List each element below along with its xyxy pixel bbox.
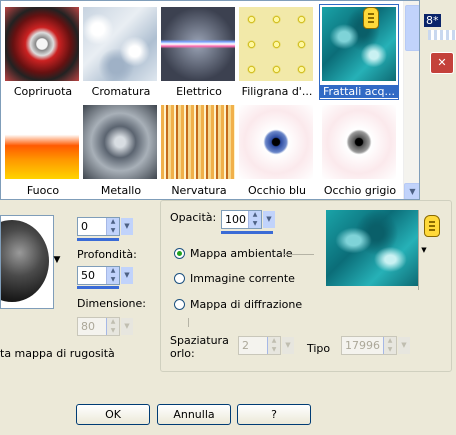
opacity-spinner[interactable]: 100 ▲ ▼ ▼ — [221, 210, 275, 229]
opacity-label: Opacità: — [170, 211, 217, 224]
close-icon[interactable]: ✕ — [430, 52, 454, 74]
chevron-down-icon[interactable]: ▼ — [51, 253, 63, 267]
opacity-value: 100 — [225, 213, 246, 226]
texture-picker[interactable]: Copriruota Cromatura Elettrico Filigrana… — [0, 0, 420, 200]
chevron-down-icon: ▼ — [121, 318, 133, 335]
texture-label[interactable]: Cromatura — [81, 85, 161, 98]
spin-up-icon[interactable]: ▲ — [106, 267, 119, 276]
sphere-preview-icon — [1, 220, 49, 302]
chevron-down-icon[interactable]: ▼ — [121, 267, 133, 284]
chevron-down-icon: ▼ — [398, 337, 410, 354]
depth-spinner[interactable]: 50 ▲ ▼ ▼ — [77, 266, 133, 285]
picker-scrollbar[interactable]: ▼ — [403, 1, 419, 199]
fractal-water-texture[interactable] — [322, 7, 396, 81]
top-slider[interactable] — [77, 238, 119, 241]
tick-mark — [188, 318, 189, 327]
depth-label: Profondità: — [77, 248, 137, 261]
texture-label[interactable]: Occhio blu — [237, 184, 317, 197]
background-window-edge: 8* ✕ — [420, 0, 456, 200]
fire-texture[interactable] — [5, 105, 79, 179]
type-label: Tipo — [307, 342, 331, 355]
reflection-preview[interactable] — [326, 210, 418, 286]
radio-diffraction-label[interactable]: Mappa di diffrazione — [190, 298, 302, 311]
radio-diffraction-map[interactable] — [174, 299, 185, 310]
ok-button[interactable]: OK — [76, 404, 150, 425]
pointer-hand-icon — [363, 7, 379, 29]
chevron-down-icon[interactable]: ▼ — [404, 183, 419, 199]
texture-label[interactable]: Occhio grigio — [320, 184, 400, 197]
spin-up-icon: ▲ — [267, 337, 280, 346]
cancel-button[interactable]: Annulla — [157, 404, 231, 425]
radio-current-image[interactable] — [174, 273, 185, 284]
filigree-texture[interactable] — [239, 7, 313, 81]
gray-eye-texture[interactable] — [322, 105, 396, 179]
top-value: 0 — [81, 220, 88, 233]
pointer-hand-icon — [424, 215, 440, 237]
electric-texture[interactable] — [161, 7, 235, 81]
radio-ambient-label[interactable]: Mappa ambientale — [190, 247, 293, 260]
spin-up-icon: ▲ — [383, 337, 396, 346]
scrollbar-thumb[interactable] — [405, 5, 419, 51]
spin-down-icon[interactable]: ▼ — [106, 275, 119, 284]
blue-eye-texture[interactable] — [239, 105, 313, 179]
bump-map-label: ta mappa di rugosità — [0, 347, 115, 360]
size-spinner[interactable]: 80 ▲ ▼ ▼ — [77, 317, 133, 336]
texture-label[interactable]: Filigrana d'... — [237, 85, 317, 98]
type-value: 17996 — [345, 339, 380, 352]
bump-map-preview[interactable] — [0, 215, 54, 309]
spin-down-icon: ▼ — [106, 326, 119, 335]
ruler — [428, 30, 456, 40]
spin-down-icon: ▼ — [267, 345, 280, 354]
spin-down-icon: ▼ — [383, 345, 396, 354]
texture-label-selected[interactable]: Frattali acq... — [320, 85, 398, 98]
hubcap-texture[interactable] — [5, 7, 79, 81]
top-spinner[interactable]: 0 ▲ ▼ ▼ — [77, 217, 133, 236]
chrome-texture[interactable] — [83, 7, 157, 81]
spin-up-icon[interactable]: ▲ — [106, 218, 119, 227]
metal-texture[interactable] — [83, 105, 157, 179]
spin-down-icon[interactable]: ▼ — [106, 226, 119, 235]
spin-up-icon: ▲ — [106, 318, 119, 327]
depth-slider[interactable] — [77, 286, 119, 289]
spin-down-icon[interactable]: ▼ — [248, 219, 261, 228]
help-button[interactable]: ? — [237, 404, 311, 425]
texture-label[interactable]: Metallo — [81, 184, 161, 197]
divider — [284, 254, 314, 255]
spacing-value: 2 — [242, 339, 249, 352]
spacing-label: Spaziatura — [170, 334, 229, 347]
radio-current-label[interactable]: Immagine corrente — [190, 272, 295, 285]
size-label: Dimensione: — [77, 297, 146, 310]
size-value: 80 — [81, 320, 95, 333]
spacing-label-2: orlo: — [170, 347, 195, 360]
depth-value: 50 — [81, 269, 95, 282]
radio-ambient-map[interactable] — [174, 248, 185, 259]
texture-label[interactable]: Elettrico — [159, 85, 239, 98]
spacing-spinner[interactable]: 2 ▲ ▼ ▼ — [238, 336, 294, 355]
header-fragment: 8* — [424, 14, 441, 27]
opacity-slider[interactable] — [221, 231, 273, 234]
chevron-down-icon[interactable]: ▼ — [263, 211, 275, 228]
spin-up-icon[interactable]: ▲ — [248, 211, 261, 220]
texture-label[interactable]: Fuoco — [3, 184, 83, 197]
chevron-down-icon: ▼ — [282, 337, 294, 354]
texture-label[interactable]: Nervatura — [159, 184, 239, 197]
type-spinner[interactable]: 17996 ▲ ▼ ▼ — [341, 336, 410, 355]
veining-texture[interactable] — [161, 105, 235, 179]
texture-label[interactable]: Copriruota — [3, 85, 83, 98]
chevron-down-icon[interactable]: ▼ — [121, 218, 133, 235]
